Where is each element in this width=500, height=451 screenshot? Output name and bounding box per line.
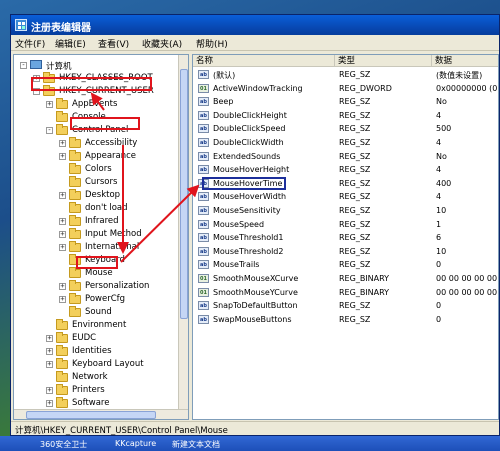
taskbar-item-kkcapture[interactable]: KKcapture [115, 439, 156, 448]
taskbar-item-textdoc[interactable]: 新建文本文档 [172, 439, 220, 450]
annotation-arrows [90, 92, 200, 263]
arrow-to-hkcu [90, 92, 105, 111]
arrow-to-mousehovertime [120, 184, 200, 263]
taskbar-item-360[interactable]: 360安全卫士 [40, 439, 87, 450]
taskbar: 360安全卫士 KKcapture 新建文本文档 [0, 436, 500, 451]
